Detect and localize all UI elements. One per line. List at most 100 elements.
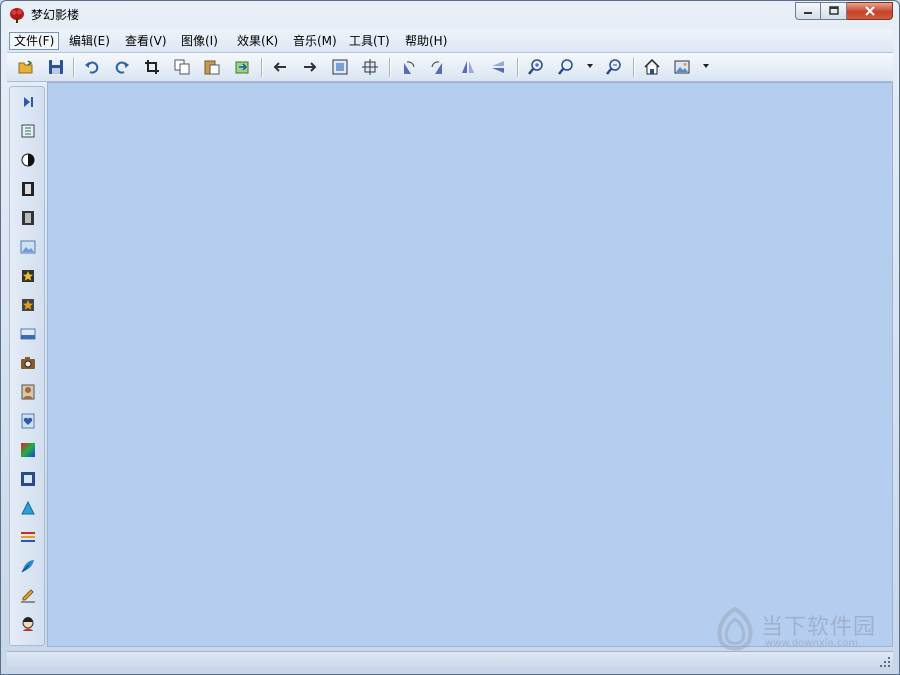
resize-grip-icon[interactable]: [879, 656, 891, 668]
window-title: 梦幻影楼: [31, 8, 80, 22]
watermark-url: www.downxia.com: [765, 638, 859, 649]
side-avatar-button[interactable]: [19, 615, 37, 633]
menu-tools[interactable]: 工具(T): [345, 32, 394, 50]
crop-icon: [145, 60, 159, 74]
star-frame-icon: [22, 270, 34, 282]
actual-size-icon: [362, 59, 378, 75]
menu-edit[interactable]: 编辑(E): [65, 32, 114, 50]
color-gradient-icon: [21, 443, 35, 457]
open-icon: [18, 60, 33, 74]
picture-icon: [674, 60, 690, 74]
effects-sidebar: [9, 86, 45, 646]
lines-icon: [21, 532, 35, 542]
image-canvas[interactable]: [47, 82, 893, 647]
side-portrait-button[interactable]: [19, 383, 37, 401]
undo-icon: [85, 61, 99, 74]
side-film-frame-button[interactable]: [19, 470, 37, 488]
side-play-button[interactable]: [19, 93, 37, 111]
side-frame-2-button[interactable]: [19, 209, 37, 227]
copy-icon: [174, 59, 190, 75]
open-button[interactable]: [17, 58, 35, 76]
flip-horizontal-icon: [462, 61, 474, 73]
zoom-icon: [558, 59, 573, 75]
picture-dropdown-arrow[interactable]: [703, 64, 709, 68]
contrast-icon: [21, 153, 35, 167]
side-feather-button[interactable]: [19, 557, 37, 575]
fit-window-icon: [332, 59, 348, 75]
flip-vertical-button[interactable]: [489, 58, 507, 76]
landscape-icon: [20, 240, 36, 254]
side-color-gradient-button[interactable]: [19, 441, 37, 459]
side-list-button[interactable]: [19, 122, 37, 140]
paste-icon: [204, 60, 220, 75]
maximize-button[interactable]: [821, 2, 847, 20]
status-bar: [7, 651, 893, 670]
menu-file[interactable]: 文件(F): [9, 32, 60, 50]
watermark-title: 当下软件园: [761, 615, 877, 640]
prev-button[interactable]: [271, 58, 289, 76]
zoom-in-button[interactable]: [527, 58, 545, 76]
side-star-frame-2-button[interactable]: [19, 296, 37, 314]
side-star-frame-button[interactable]: [19, 267, 37, 285]
play-icon: [24, 97, 33, 107]
side-camera-button[interactable]: [19, 354, 37, 372]
export-icon: [235, 61, 249, 74]
side-heart-frame-button[interactable]: [19, 412, 37, 430]
rotate-right-button[interactable]: [429, 58, 447, 76]
close-icon: [864, 6, 875, 16]
save-button[interactable]: [47, 58, 65, 76]
side-frame-1-button[interactable]: [19, 180, 37, 198]
side-landscape-button[interactable]: [19, 238, 37, 256]
export-button[interactable]: [233, 58, 251, 76]
paste-button[interactable]: [203, 58, 221, 76]
menu-help[interactable]: 帮助(H): [401, 32, 451, 50]
rotate-left-button[interactable]: [399, 58, 417, 76]
zoom-out-button[interactable]: [605, 58, 623, 76]
zoom-button[interactable]: [557, 58, 575, 76]
actual-size-button[interactable]: [361, 58, 379, 76]
app-window: 梦幻影楼 文件(F) 编辑(E) 查看(V) 图像(I) 效果(K) 音乐(M)…: [0, 0, 900, 675]
minimize-button[interactable]: [795, 2, 821, 20]
close-button[interactable]: [847, 2, 893, 20]
save-icon: [49, 60, 63, 74]
prev-icon: [273, 62, 286, 72]
list-icon: [21, 124, 35, 138]
pencil-icon: [21, 589, 35, 603]
menu-image[interactable]: 图像(I): [177, 32, 222, 50]
side-pencil-button[interactable]: [19, 586, 37, 604]
main-toolbar: [7, 53, 893, 82]
next-button[interactable]: [301, 58, 319, 76]
camera-icon: [21, 357, 35, 369]
rotate-left-icon: [404, 61, 415, 74]
window-controls: [795, 2, 893, 20]
undo-button[interactable]: [83, 58, 101, 76]
watermark-logo-icon: [717, 607, 753, 651]
zoom-in-icon: [528, 59, 543, 75]
next-icon: [304, 62, 317, 72]
heart-frame-icon: [21, 413, 35, 429]
fit-window-button[interactable]: [331, 58, 349, 76]
redo-button[interactable]: [113, 58, 131, 76]
flip-horizontal-button[interactable]: [459, 58, 477, 76]
rotate-right-icon: [431, 61, 442, 74]
side-lines-button[interactable]: [19, 528, 37, 546]
home-button[interactable]: [643, 58, 661, 76]
menu-effects[interactable]: 效果(K): [233, 32, 282, 50]
frame-2-icon: [22, 211, 34, 225]
bar-icon: [20, 328, 36, 340]
minimize-icon: [804, 12, 812, 14]
portrait-icon: [21, 384, 35, 400]
side-contrast-button[interactable]: [19, 151, 37, 169]
avatar-icon: [22, 617, 34, 631]
side-triangle-button[interactable]: [19, 499, 37, 517]
copy-button[interactable]: [173, 58, 191, 76]
menu-music[interactable]: 音乐(M): [289, 32, 341, 50]
menu-bar: 文件(F) 编辑(E) 查看(V) 图像(I) 效果(K) 音乐(M) 工具(T…: [7, 30, 893, 53]
zoom-dropdown-arrow[interactable]: [587, 64, 593, 68]
side-bar-button[interactable]: [19, 325, 37, 343]
title-bar: 梦幻影楼: [1, 1, 899, 29]
crop-button[interactable]: [143, 58, 161, 76]
picture-button[interactable]: [673, 58, 691, 76]
frame-1-icon: [22, 182, 34, 196]
menu-view[interactable]: 查看(V): [121, 32, 171, 50]
